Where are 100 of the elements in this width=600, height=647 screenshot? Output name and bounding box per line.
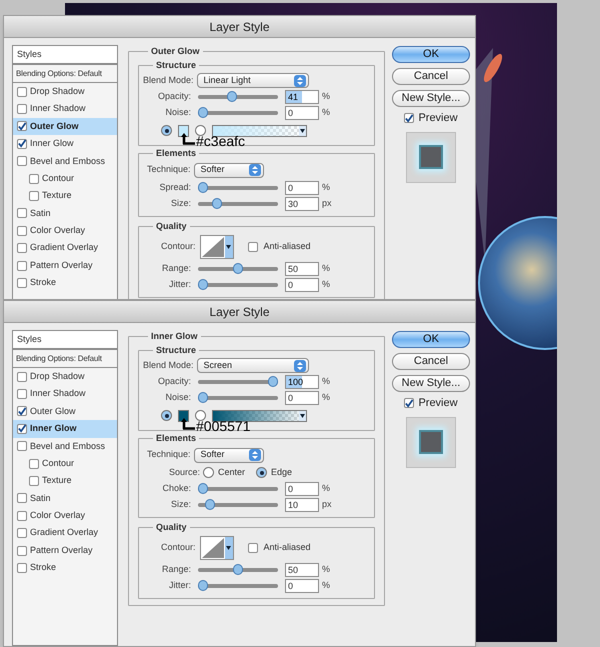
gradient-picker[interactable]: [212, 124, 307, 136]
value-field[interactable]: 0: [285, 391, 319, 405]
slider-thumb[interactable]: [198, 182, 208, 192]
radio-button[interactable]: [161, 410, 172, 421]
effect-list-item[interactable]: Bevel and Emboss: [13, 438, 117, 455]
effect-list-item[interactable]: Pattern Overlay: [13, 256, 117, 274]
effect-list-item[interactable]: Bevel and Emboss: [13, 152, 117, 170]
slider-thumb[interactable]: [198, 392, 208, 403]
checkbox[interactable]: [17, 546, 27, 556]
effect-list-item[interactable]: Contour: [13, 170, 117, 188]
checkbox[interactable]: [17, 86, 27, 97]
dialog-button[interactable]: Cancel: [392, 68, 470, 85]
slider-thumb[interactable]: [198, 107, 208, 118]
checkbox[interactable]: [29, 476, 39, 486]
effect-list-item[interactable]: Color Overlay: [13, 507, 117, 525]
contour-picker[interactable]: [200, 235, 234, 259]
technique-dropdown[interactable]: Softer: [194, 162, 264, 178]
effect-list-item[interactable]: Satin: [13, 490, 117, 508]
effect-list-item[interactable]: Texture: [13, 187, 117, 205]
effect-list-item[interactable]: Texture: [13, 472, 117, 490]
checkbox[interactable]: [404, 398, 414, 408]
blend-mode-dropdown[interactable]: Linear Light: [196, 73, 309, 88]
checkbox[interactable]: [17, 424, 27, 434]
dialog-button[interactable]: New Style...: [392, 90, 470, 107]
effect-list-item[interactable]: Inner Glow: [13, 420, 117, 438]
checkbox[interactable]: [17, 121, 27, 132]
slider-thumb[interactable]: [233, 564, 243, 575]
dialog-button[interactable]: OK: [392, 331, 470, 348]
effect-list-item[interactable]: Gradient Overlay: [13, 240, 117, 257]
effect-list-item[interactable]: Contour: [13, 454, 117, 472]
checkbox[interactable]: [17, 138, 27, 149]
slider-thumb[interactable]: [198, 482, 208, 494]
checkbox[interactable]: [17, 243, 27, 254]
slider-thumb[interactable]: [233, 263, 243, 274]
list-item[interactable]: Styles: [13, 46, 117, 65]
checkbox[interactable]: [17, 372, 27, 382]
slider-thumb[interactable]: [205, 498, 215, 510]
radio-button[interactable]: [195, 125, 206, 136]
slider-thumb[interactable]: [212, 198, 222, 208]
slider-thumb[interactable]: [226, 91, 237, 102]
checkbox[interactable]: [29, 458, 39, 469]
slider-thumb[interactable]: [268, 376, 278, 387]
checkbox[interactable]: [404, 113, 414, 124]
effect-list-item[interactable]: Satin: [13, 204, 117, 222]
effect-list-item[interactable]: Gradient Overlay: [13, 524, 117, 542]
value-field[interactable]: 10: [285, 498, 319, 512]
effect-list-item[interactable]: Outer Glow: [13, 402, 117, 420]
slider-thumb[interactable]: [198, 279, 208, 290]
checkbox[interactable]: [17, 493, 27, 504]
color-swatch[interactable]: [178, 124, 189, 136]
value-field[interactable]: 41: [285, 90, 319, 104]
checkbox[interactable]: [17, 226, 27, 236]
effect-list-item[interactable]: Inner Glow: [13, 135, 117, 153]
list-item[interactable]: Blending Options: Default: [13, 350, 117, 368]
color-swatch[interactable]: [178, 410, 189, 422]
contour-picker[interactable]: [200, 536, 234, 560]
checkbox[interactable]: [17, 389, 27, 400]
value-field[interactable]: 0: [285, 278, 319, 292]
effect-list-item[interactable]: Stroke: [13, 274, 117, 292]
value-field[interactable]: 0: [285, 180, 319, 194]
value-field[interactable]: 50: [285, 262, 319, 276]
radio-button[interactable]: [203, 467, 214, 478]
radio-button[interactable]: [161, 125, 172, 136]
technique-dropdown[interactable]: Softer: [194, 448, 264, 462]
checkbox[interactable]: [17, 156, 27, 166]
value-field[interactable]: 0: [285, 579, 319, 593]
checkbox[interactable]: [17, 562, 27, 573]
value-field[interactable]: 50: [285, 563, 319, 577]
effect-list-item[interactable]: Color Overlay: [13, 222, 117, 240]
checkbox[interactable]: [248, 242, 258, 252]
list-item[interactable]: Blending Options: Default: [13, 65, 117, 83]
checkbox[interactable]: [17, 104, 27, 114]
checkbox[interactable]: [17, 528, 27, 538]
dialog-button[interactable]: Cancel: [392, 353, 470, 370]
list-item[interactable]: Styles: [13, 331, 117, 350]
dialog-button[interactable]: New Style...: [392, 375, 470, 392]
effect-list-item[interactable]: Inner Shadow: [13, 385, 117, 403]
checkbox[interactable]: [29, 191, 39, 202]
checkbox[interactable]: [17, 441, 27, 452]
effect-list-item[interactable]: Outer Glow: [13, 118, 117, 136]
effect-list-item[interactable]: Drop Shadow: [13, 368, 117, 386]
value-field[interactable]: 30: [285, 196, 319, 210]
effect-list-item[interactable]: Drop Shadow: [13, 83, 117, 100]
checkbox[interactable]: [17, 260, 27, 271]
checkbox[interactable]: [17, 406, 27, 416]
blend-mode-dropdown[interactable]: Screen: [196, 358, 309, 373]
slider-thumb[interactable]: [198, 580, 208, 591]
effect-list-item[interactable]: Inner Shadow: [13, 100, 117, 118]
gradient-picker[interactable]: [212, 410, 307, 422]
checkbox[interactable]: [17, 510, 27, 521]
effect-list-item[interactable]: Stroke: [13, 559, 117, 577]
checkbox[interactable]: [17, 208, 27, 218]
value-field[interactable]: 0: [285, 106, 319, 120]
checkbox[interactable]: [29, 174, 39, 184]
radio-button[interactable]: [195, 410, 206, 421]
dialog-button[interactable]: OK: [392, 46, 470, 63]
checkbox[interactable]: [17, 278, 27, 288]
value-field[interactable]: 0: [285, 482, 319, 496]
radio-button[interactable]: [256, 467, 268, 478]
effect-list-item[interactable]: Pattern Overlay: [13, 542, 117, 560]
